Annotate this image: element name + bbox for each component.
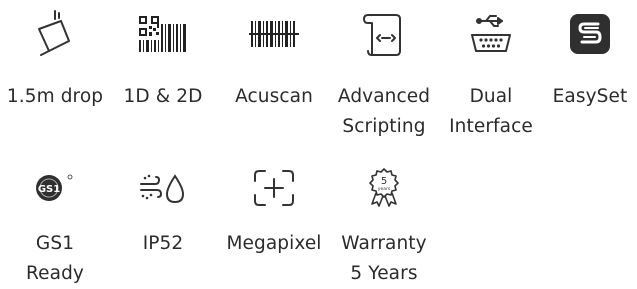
feature-label: IP52 [142, 233, 184, 254]
warranty-years-text: years [378, 186, 391, 192]
feature-1d-2d: 1D & 2D [108, 6, 218, 112]
feature-label: Acuscan [235, 86, 313, 107]
feature-label: GS1 Ready [26, 233, 84, 284]
gs1-logo-text: GS1 [38, 184, 60, 195]
barcode-scan-icon [242, 6, 306, 62]
feature-gs1-ready: GS1 GS1 Ready [0, 163, 110, 289]
feature-easyset: EasySet [540, 6, 637, 112]
feature-warranty: 5 years Warranty 5 Years [329, 163, 439, 289]
feature-label: Advanced Scripting [337, 86, 431, 137]
feature-label: 1D & 2D [123, 86, 203, 107]
barcode-qr-icon [131, 6, 195, 62]
warranty-badge-icon: 5 years [352, 163, 416, 213]
dust-water-icon [131, 163, 195, 213]
feature-label: Dual Interface [449, 86, 533, 137]
feature-drop: 1.5m drop [0, 6, 110, 112]
gs1-logo-icon: GS1 [23, 163, 87, 213]
drop-test-icon [23, 6, 87, 62]
megapixel-icon [242, 163, 306, 213]
script-scroll-icon [352, 6, 416, 62]
feature-ip52: IP52 [108, 163, 218, 259]
feature-acuscan: Acuscan [219, 6, 329, 112]
feature-dual-interface: Dual Interface [436, 6, 546, 142]
feature-label: EasySet [552, 86, 628, 107]
warranty-years-number: 5 [381, 176, 387, 187]
feature-advanced-scripting: Advanced Scripting [329, 6, 439, 142]
feature-megapixel: Megapixel [219, 163, 329, 259]
easyset-logo-icon [558, 6, 622, 62]
feature-label: 1.5m drop [6, 86, 104, 107]
usb-serial-icon [459, 6, 523, 62]
feature-label: Megapixel [226, 233, 322, 254]
feature-label: Warranty 5 Years [341, 233, 427, 284]
